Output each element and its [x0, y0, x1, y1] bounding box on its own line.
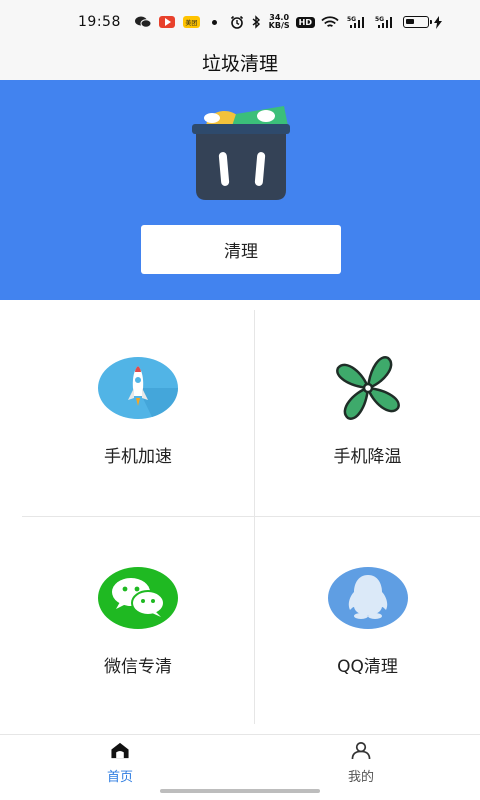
status-time: 19:58 [78, 14, 121, 30]
video-app-icon [158, 16, 175, 28]
tile-label: 微信专清 [104, 657, 172, 677]
wechat-icon [96, 566, 180, 630]
page-title: 垃圾清理 [201, 52, 278, 75]
tile-label: QQ清理 [337, 657, 398, 677]
tile-phone-cooldown[interactable]: 手机降温 [255, 306, 480, 506]
home-indicator[interactable] [160, 789, 320, 793]
rocket-icon [96, 356, 180, 420]
signal-icon: 5G [347, 15, 367, 29]
nav-home-label: 首页 [106, 770, 133, 785]
signal-icon-2: 5G [375, 15, 395, 29]
hd-badge: HD [295, 16, 315, 28]
nav-mine-label: 我的 [347, 770, 374, 785]
tile-label: 手机加速 [104, 447, 172, 467]
qq-penguin-icon [326, 566, 410, 630]
bluetooth-icon [252, 15, 261, 29]
network-speed: 34.0 KB/S [269, 14, 290, 30]
tile-phone-speedup[interactable]: 手机加速 [22, 306, 254, 506]
alarm-icon [230, 15, 244, 29]
user-icon [351, 742, 371, 760]
status-bar: 19:58 美团 34.0 KB/S HD 5G 5G [0, 0, 480, 44]
tile-wechat-clean[interactable]: 微信专清 [22, 516, 254, 716]
hero-banner: 清理 [0, 80, 480, 300]
network-speed-unit: KB/S [268, 21, 290, 30]
meituan-icon: 美团 [182, 16, 200, 28]
feature-grid: 手机加速 手机降温 微信专清 QQ清理 [0, 300, 480, 724]
tile-label: 手机降温 [333, 447, 402, 467]
signal-5g-label-2: 5G [375, 16, 384, 23]
signal-5g-label-1: 5G [347, 16, 356, 23]
tile-qq-clean[interactable]: QQ清理 [255, 516, 480, 716]
dot-icon [211, 19, 217, 25]
trash-bin-icon [184, 104, 298, 202]
fan-icon [326, 356, 410, 420]
title-bar: 垃圾清理 [0, 44, 480, 80]
charging-icon [434, 15, 442, 29]
wechat-icon [134, 16, 151, 28]
clean-button[interactable]: 清理 [141, 225, 341, 274]
battery-icon [403, 16, 432, 28]
home-icon [111, 742, 129, 759]
wifi-icon [321, 15, 339, 29]
nav-mine[interactable]: 我的 [321, 741, 401, 785]
nav-home[interactable]: 首页 [80, 741, 160, 785]
